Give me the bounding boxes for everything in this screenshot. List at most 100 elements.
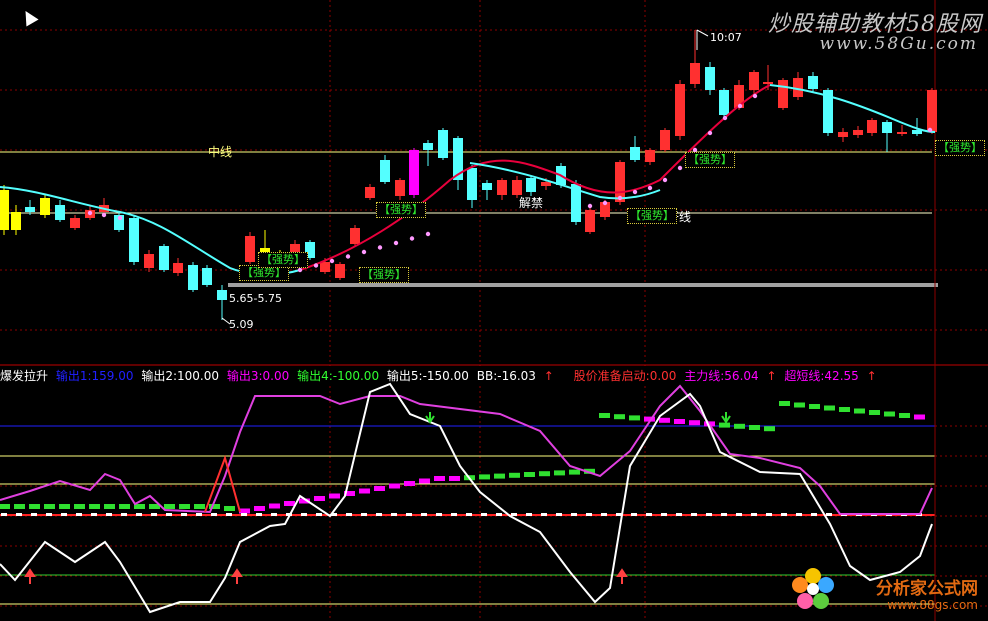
ma-dot [393, 240, 399, 246]
indicator-value: 输出4:-100.00 [297, 369, 380, 383]
zero-marker [541, 513, 547, 516]
indicator-value: 输出1:159.00 [55, 369, 134, 383]
signal-tag: 【强势】 [376, 202, 426, 218]
candle-body [705, 67, 715, 90]
signal-bar [284, 501, 295, 506]
signal-bar [14, 504, 25, 509]
indicator-value: 股价准备启动:0.00 [573, 369, 677, 383]
ma-dot [662, 177, 668, 183]
zero-marker [691, 513, 697, 516]
zero-marker [376, 513, 382, 516]
zero-marker [481, 513, 487, 516]
indicator-chart[interactable] [0, 366, 988, 621]
up-arrow-icon [24, 568, 36, 584]
zero-marker [451, 513, 457, 516]
zero-marker [526, 513, 532, 516]
candle-body [882, 122, 892, 133]
zero-marker [826, 513, 832, 516]
ma-dot [425, 231, 431, 237]
candle-body [395, 180, 405, 196]
candle-body [467, 168, 477, 200]
zero-marker [706, 513, 712, 516]
price-chart[interactable] [0, 0, 988, 366]
zero-marker [766, 513, 772, 516]
ma-dot [361, 249, 367, 255]
ma-dot [297, 267, 303, 273]
zero-marker [136, 513, 142, 516]
signal-bar [554, 470, 565, 476]
indicator-value: BB:-16.03 [476, 369, 536, 383]
signal-bar [749, 425, 760, 430]
signal-bar [689, 420, 700, 426]
ma-dot [87, 210, 93, 216]
zero-marker [256, 513, 262, 516]
candle-body [512, 180, 522, 195]
main-force-line [0, 384, 933, 515]
up-arrow-icon [231, 568, 243, 584]
zero-marker [781, 513, 787, 516]
candle-body [675, 84, 685, 136]
zero-marker [151, 513, 157, 516]
ma-dot [329, 258, 335, 264]
candle-body [202, 268, 212, 285]
down-arrow-icon [721, 412, 731, 424]
signal-bar [119, 504, 130, 509]
ma-dot [927, 127, 933, 133]
signal-bar [179, 504, 190, 509]
candle-body [144, 254, 154, 268]
zero-marker [511, 513, 517, 516]
footer-brand: 分析家公式网 [876, 579, 978, 599]
zero-marker [601, 513, 607, 516]
candle-body [778, 80, 788, 108]
signal-bar [674, 419, 685, 424]
zero-marker [796, 513, 802, 516]
zero-marker [721, 513, 727, 516]
signal-bar [74, 504, 85, 509]
candle-body [40, 198, 50, 215]
ma-dot [117, 215, 123, 221]
indicator-name: 爆发拉升 [0, 369, 49, 383]
high-price-label: 10:07 [710, 31, 742, 44]
signal-bar [764, 426, 775, 432]
candle-body [423, 143, 433, 150]
zero-marker [106, 513, 112, 516]
ma-dot [632, 189, 638, 195]
zero-marker [421, 513, 427, 516]
signal-bar [314, 496, 325, 501]
candle-body [719, 90, 729, 115]
signal-bar [869, 410, 880, 415]
candle-body [380, 160, 390, 182]
signal-bar [404, 481, 415, 486]
signal-bar [854, 408, 865, 414]
signal-bar [0, 504, 10, 509]
candle-body [867, 120, 877, 133]
zero-marker [91, 513, 97, 516]
signal-bar [839, 407, 850, 412]
signal-bar [254, 506, 265, 511]
signal-bar [779, 401, 790, 406]
candle-body [70, 218, 80, 228]
candle-body [630, 147, 640, 160]
indicator-value: 超短线:42.55 [784, 369, 859, 383]
candle-body [217, 290, 227, 300]
candle-body [927, 90, 937, 132]
ma-dot [737, 103, 743, 109]
signal-bar [569, 469, 580, 475]
candle-body [438, 130, 448, 158]
zero-marker [196, 513, 202, 516]
zero-marker [586, 513, 592, 516]
signal-bar [89, 504, 100, 509]
signal-tag: 【强势】 [359, 267, 409, 283]
zero-marker [391, 513, 397, 516]
signal-bar [899, 413, 910, 418]
signal-bar [524, 472, 535, 477]
candle-body [409, 150, 419, 195]
signal-tag: 【强势】 [627, 208, 677, 224]
indicator-header: 爆发拉升 输出1:159.00 输出2:100.00 输出3:0.00 输出4:… [0, 368, 881, 384]
range-label: 5.65-5.75 [229, 292, 282, 305]
signal-bar [194, 504, 205, 509]
signal-bar [539, 471, 550, 477]
ma-dot [377, 245, 383, 250]
signal-bar [224, 506, 235, 511]
signal-bar [389, 483, 400, 489]
